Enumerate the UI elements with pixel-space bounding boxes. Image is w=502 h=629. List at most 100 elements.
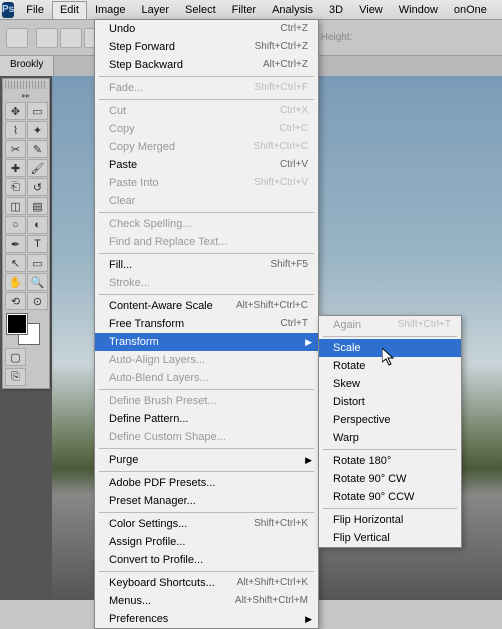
separator <box>99 571 314 572</box>
edit-preferences[interactable]: Preferences▶ <box>95 610 318 628</box>
collapse-arrow-icon[interactable]: ▸▸ <box>5 91 47 100</box>
menu-help[interactable]: Help <box>495 1 502 19</box>
edit-step-backward[interactable]: Step Backward Alt+Ctrl+Z <box>95 56 318 74</box>
shortcut-label: Alt+Ctrl+Z <box>263 59 308 71</box>
edit-define-custom-shape-: Define Custom Shape... <box>95 428 318 446</box>
move-tool-icon[interactable]: ✥ <box>5 102 26 120</box>
eraser-tool-icon[interactable]: ◫ <box>5 197 26 215</box>
color-swatches[interactable] <box>5 314 47 346</box>
menu-layer[interactable]: Layer <box>134 1 178 19</box>
edit-preset-manager-[interactable]: Preset Manager... <box>95 492 318 510</box>
panel-grip[interactable] <box>5 81 47 89</box>
3d-orbit-tool-icon[interactable]: ⊙ <box>27 292 48 310</box>
shortcut-label: Ctrl+Z <box>281 23 309 35</box>
option-icon[interactable] <box>60 28 82 48</box>
brush-tool-icon[interactable]: 🖌 <box>27 159 48 177</box>
menu-label: Content-Aware Scale <box>109 300 213 312</box>
shortcut-label: Alt+Shift+Ctrl+K <box>237 577 308 589</box>
transform-rotate-90-cw[interactable]: Rotate 90° CW <box>319 470 461 488</box>
current-tool-icon[interactable] <box>6 28 28 48</box>
option-icon[interactable] <box>36 28 58 48</box>
transform-rotate[interactable]: Rotate <box>319 357 461 375</box>
edit-adobe-pdf-presets-[interactable]: Adobe PDF Presets... <box>95 474 318 492</box>
menu-analysis[interactable]: Analysis <box>264 1 321 19</box>
menu-filter[interactable]: Filter <box>224 1 264 19</box>
edit-color-settings-[interactable]: Color Settings...Shift+Ctrl+K <box>95 515 318 533</box>
menu-edit[interactable]: Edit <box>52 1 87 19</box>
edit-free-transform[interactable]: Free TransformCtrl+T <box>95 315 318 333</box>
hand-tool-icon[interactable]: ✋ <box>5 273 26 291</box>
quickmask-icon[interactable]: ▢ <box>5 348 26 366</box>
edit-assign-profile-[interactable]: Assign Profile... <box>95 533 318 551</box>
transform-distort[interactable]: Distort <box>319 393 461 411</box>
foreground-swatch[interactable] <box>7 314 27 334</box>
transform-warp[interactable]: Warp <box>319 429 461 447</box>
edit-purge[interactable]: Purge▶ <box>95 451 318 469</box>
separator <box>99 389 314 390</box>
lasso-tool-icon[interactable]: ⌇ <box>5 121 26 139</box>
menu-label: Paste Into <box>109 177 159 189</box>
menu-label: Scale <box>333 342 361 354</box>
magic-wand-tool-icon[interactable]: ✦ <box>27 121 48 139</box>
edit-define-pattern-[interactable]: Define Pattern... <box>95 410 318 428</box>
edit-keyboard-shortcuts-[interactable]: Keyboard Shortcuts...Alt+Shift+Ctrl+K <box>95 574 318 592</box>
type-tool-icon[interactable]: T <box>27 235 48 253</box>
menu-onone[interactable]: onOne <box>446 1 495 19</box>
dodge-tool-icon[interactable]: ◐ <box>27 216 48 234</box>
menu-label: Define Brush Preset... <box>109 395 217 407</box>
history-brush-tool-icon[interactable]: ↺ <box>27 178 48 196</box>
menu-label: Rotate <box>333 360 365 372</box>
screenmode-icon[interactable]: ⎘ <box>5 368 26 386</box>
menu-image[interactable]: Image <box>87 1 134 19</box>
edit-fill-[interactable]: Fill...Shift+F5 <box>95 256 318 274</box>
edit-menu-dropdown: UndoCtrl+ZStep ForwardShift+Ctrl+ZStep B… <box>94 19 319 629</box>
transform-scale[interactable]: Scale <box>319 339 461 357</box>
gradient-tool-icon[interactable]: ▤ <box>27 197 48 215</box>
marquee-tool-icon[interactable]: ▭ <box>27 102 48 120</box>
menu-view[interactable]: View <box>351 1 391 19</box>
blur-tool-icon[interactable]: ○ <box>5 216 26 234</box>
menu-label: Cut <box>109 105 126 117</box>
menu-select[interactable]: Select <box>177 1 224 19</box>
eyedropper-tool-icon[interactable]: ✎ <box>27 140 48 158</box>
transform-rotate-90-ccw[interactable]: Rotate 90° CCW <box>319 488 461 506</box>
3d-rotate-tool-icon[interactable]: ⟲ <box>5 292 26 310</box>
edit-step-forward[interactable]: Step ForwardShift+Ctrl+Z <box>95 38 318 56</box>
document-tab[interactable]: Brookly <box>0 56 54 76</box>
edit-transform[interactable]: Transform▶ <box>95 333 318 351</box>
transform-flip-horizontal[interactable]: Flip Horizontal <box>319 511 461 529</box>
edit-paste[interactable]: PasteCtrl+V <box>95 156 318 174</box>
edit-undo[interactable]: UndoCtrl+Z <box>95 20 318 38</box>
shortcut-label: Alt+Shift+Ctrl+M <box>235 595 308 607</box>
menu-file[interactable]: File <box>18 1 52 19</box>
transform-skew[interactable]: Skew <box>319 375 461 393</box>
menu-label: Rotate 90° CW <box>333 473 406 485</box>
healing-tool-icon[interactable]: ✚ <box>5 159 26 177</box>
edit-find-and-replace-text-: Find and Replace Text... <box>95 233 318 251</box>
menu-3d[interactable]: 3D <box>321 1 351 19</box>
pen-tool-icon[interactable]: ✒ <box>5 235 26 253</box>
transform-flip-vertical[interactable]: Flip Vertical <box>319 529 461 547</box>
zoom-tool-icon[interactable]: 🔍 <box>27 273 48 291</box>
edit-convert-to-profile-[interactable]: Convert to Profile... <box>95 551 318 569</box>
menu-label: Skew <box>333 378 360 390</box>
stamp-tool-icon[interactable]: ⎗ <box>5 178 26 196</box>
shortcut-label: Shift+Ctrl+T <box>398 319 451 331</box>
crop-tool-icon[interactable]: ✂ <box>5 140 26 158</box>
app-logo: Ps <box>2 2 14 18</box>
transform-rotate-180-[interactable]: Rotate 180° <box>319 452 461 470</box>
rectangle-tool-icon[interactable]: ▭ <box>27 254 48 272</box>
path-select-tool-icon[interactable]: ↖ <box>5 254 26 272</box>
shortcut-label: Shift+Ctrl+F <box>255 82 308 94</box>
edit-menus-[interactable]: Menus...Alt+Shift+Ctrl+M <box>95 592 318 610</box>
transform-perspective[interactable]: Perspective <box>319 411 461 429</box>
edit-content-aware-scale[interactable]: Content-Aware ScaleAlt+Shift+Ctrl+C <box>95 297 318 315</box>
menu-label: Fill... <box>109 259 132 271</box>
menu-label: Auto-Align Layers... <box>109 354 205 366</box>
menu-label: Define Pattern... <box>109 413 189 425</box>
menu-label: Step Backward <box>109 59 183 71</box>
edit-cut: CutCtrl+X <box>95 102 318 120</box>
menu-window[interactable]: Window <box>391 1 446 19</box>
height-label: Height: <box>321 32 353 43</box>
tools-panel: ▸▸ ✥▭⌇✦✂✎✚🖌⎗↺◫▤○◐✒T↖▭✋🔍⟲⊙ ▢ ⎘ <box>2 78 50 389</box>
